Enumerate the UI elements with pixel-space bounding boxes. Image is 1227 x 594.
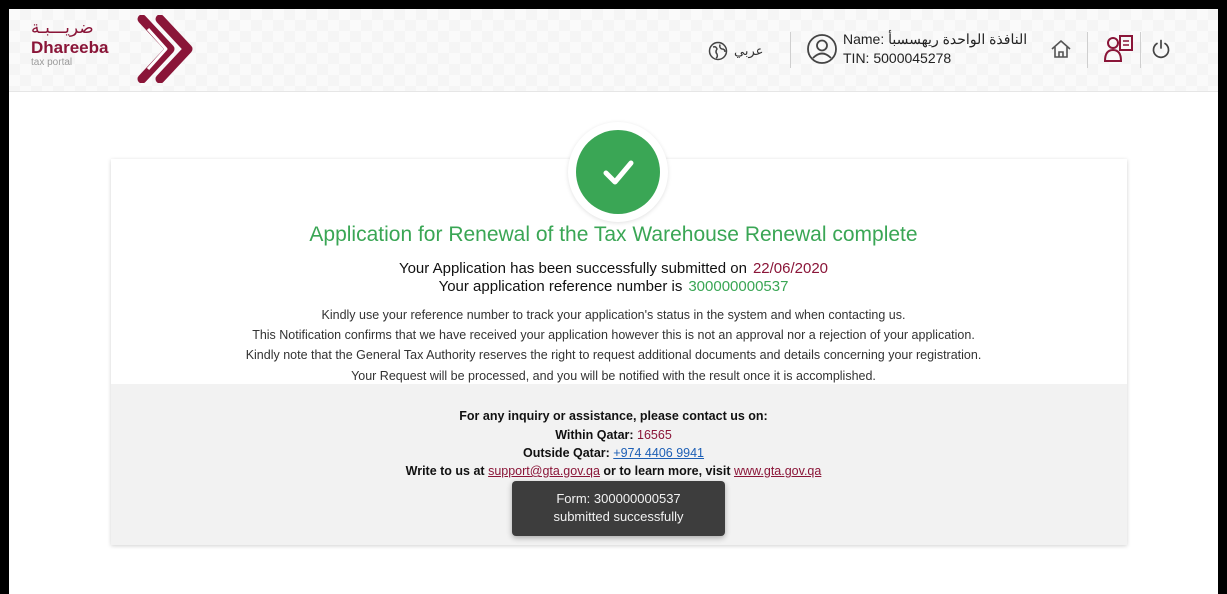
within-qatar-label: Within Qatar: (555, 428, 634, 442)
submission-line: Your Application has been successfully s… (9, 260, 1218, 277)
globe-icon (708, 41, 728, 61)
outside-qatar-line: Outside Qatar: +974 4406 9941 (9, 446, 1218, 460)
notice-text: Kindly note that the General Tax Authori… (245, 348, 982, 362)
reference-number: 300000000537 (688, 278, 789, 295)
power-icon[interactable] (1151, 39, 1171, 59)
logo-arabic-text: ضريـــبـة (31, 18, 94, 38)
user-name: Name: النافذة الواحدة ريهسسبأ (843, 31, 1028, 47)
success-badge (568, 122, 668, 222)
submitted-date: 22/06/2020 (752, 260, 829, 277)
logo-subtitle: tax portal (31, 57, 73, 68)
checkmark-icon (603, 160, 634, 185)
website-link[interactable]: www.gta.gov.qa (734, 464, 821, 478)
header-divider (790, 32, 791, 68)
submitted-label: Your Application has been successfully s… (398, 260, 747, 277)
logo[interactable]: ضريـــبـة Dhareeba tax portal (31, 19, 141, 69)
outside-qatar-label: Outside Qatar: (522, 446, 610, 460)
services-icon[interactable] (1103, 33, 1135, 65)
top-header: ضريـــبـة Dhareeba tax portal عربي Name:… (9, 9, 1218, 92)
outside-qatar-phone-link[interactable]: +974 4406 9941 (613, 446, 704, 460)
success-toast[interactable]: Form: 300000000537 submitted successfull… (512, 481, 725, 536)
user-tin: TIN: 5000045278 (843, 50, 952, 66)
language-label: عربي (734, 43, 764, 59)
language-switcher[interactable]: عربي (708, 40, 778, 62)
reference-line: Your application reference number is 3000… (9, 278, 1218, 295)
within-qatar-number: 16565 (637, 428, 672, 442)
dhareeba-logo-icon (137, 15, 193, 83)
notice-text: This Notification confirms that we have … (252, 328, 975, 342)
support-email-link[interactable]: support@gta.gov.qa (488, 464, 600, 478)
home-icon[interactable] (1050, 38, 1072, 60)
write-label: Write to us at (405, 464, 485, 478)
header-divider (1140, 32, 1141, 68)
confirmation-title: Application for Renewal of the Tax Wareh… (309, 223, 918, 246)
toast-line: Form: 300000000537 (556, 491, 681, 506)
reference-label: Your application reference number is (438, 278, 683, 295)
app-window: ضريـــبـة Dhareeba tax portal عربي Name:… (9, 9, 1218, 594)
logo-name: Dhareeba (31, 38, 109, 57)
header-divider (1087, 32, 1088, 68)
toast-line: submitted successfully (553, 509, 684, 524)
user-avatar-icon[interactable] (806, 33, 838, 65)
within-qatar-line: Within Qatar: 16565 (9, 428, 1218, 442)
notice-text: Your Request will be processed, and you … (351, 369, 876, 383)
contact-heading: For any inquiry or assistance, please co… (459, 409, 768, 423)
write-to-us-line: Write to us at support@gta.gov.qa or to … (9, 464, 1218, 478)
learn-more-label: or to learn more, visit (603, 464, 731, 478)
notice-text: Kindly use your reference number to trac… (321, 308, 906, 322)
